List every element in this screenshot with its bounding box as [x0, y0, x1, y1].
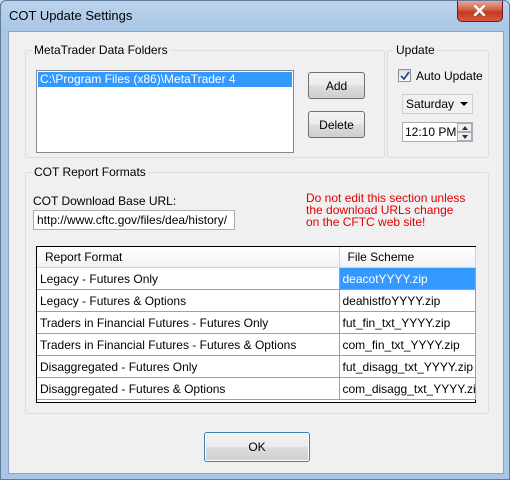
auto-update-label[interactable]: Auto Update — [416, 69, 483, 83]
time-spinner — [457, 123, 472, 141]
folders-listbox[interactable]: C:\Program Files (x86)\MetaTrader 4 — [36, 70, 294, 153]
delete-folder-button[interactable]: Delete — [308, 111, 365, 138]
table-row[interactable]: Disaggregated - Futures & Options com_di… — [37, 377, 476, 400]
folder-list-item[interactable]: C:\Program Files (x86)\MetaTrader 4 — [38, 72, 292, 87]
time-spin-up-button[interactable] — [457, 123, 472, 132]
report-format-cell[interactable]: Disaggregated - Futures & Options — [37, 377, 340, 400]
window-title: COT Update Settings — [9, 8, 133, 23]
file-scheme-cell[interactable]: deacotYYYY.zip — [339, 267, 476, 290]
table-row[interactable]: Legacy - Futures Only deacotYYYY.zip — [37, 267, 476, 290]
table-row[interactable]: Disaggregated - Futures Only fut_disagg_… — [37, 355, 476, 378]
warning-line-3: on the CFTC web site! — [306, 215, 426, 229]
metatrader-folders-group-label: MetaTrader Data Folders — [32, 43, 170, 57]
table-row[interactable]: Traders in Financial Futures - Futures O… — [37, 311, 476, 334]
spin-down-arrow-icon — [462, 135, 468, 139]
time-spin-down-button[interactable] — [457, 132, 472, 141]
file-scheme-cell[interactable]: com_disagg_txt_YYYY.zip — [339, 377, 476, 400]
report-format-cell[interactable]: Legacy - Futures & Options — [37, 289, 340, 312]
file-scheme-cell[interactable]: com_fin_txt_YYYY.zip — [339, 333, 476, 356]
base-url-input[interactable] — [33, 210, 235, 230]
update-time-picker[interactable]: 12:10 PM — [402, 122, 473, 142]
title-bar[interactable]: COT Update Settings — [1, 1, 509, 31]
ok-button[interactable]: OK — [204, 432, 310, 462]
table-row[interactable]: Legacy - Futures & Options deahistfoYYYY… — [37, 289, 476, 312]
report-formats-grid[interactable]: Report Format File Scheme Legacy - Futur… — [36, 246, 476, 403]
base-url-label: COT Download Base URL: — [33, 194, 177, 208]
update-day-value: Saturday — [406, 97, 455, 111]
checkmark-icon — [400, 71, 410, 81]
close-button[interactable] — [457, 1, 503, 22]
column-header-file-scheme[interactable]: File Scheme — [339, 247, 476, 268]
update-group-label: Update — [394, 43, 437, 57]
file-scheme-cell[interactable]: fut_disagg_txt_YYYY.zip — [339, 355, 476, 378]
update-time-value: 12:10 PM — [405, 125, 457, 139]
chevron-down-icon — [460, 102, 468, 106]
edit-warning-text: Do not edit this section unless the down… — [306, 192, 465, 229]
report-format-cell[interactable]: Traders in Financial Futures - Futures &… — [37, 333, 340, 356]
column-header-report-format[interactable]: Report Format — [37, 247, 340, 268]
grid-header-row: Report Format File Scheme — [37, 247, 476, 268]
update-day-select[interactable]: Saturday — [402, 94, 473, 114]
report-format-cell[interactable]: Legacy - Futures Only — [37, 267, 340, 290]
report-format-cell[interactable]: Disaggregated - Futures Only — [37, 355, 340, 378]
auto-update-checkbox[interactable] — [398, 69, 411, 82]
file-scheme-cell[interactable]: deahistfoYYYY.zip — [339, 289, 476, 312]
dialog-client-area: MetaTrader Data Folders C:\Program Files… — [8, 31, 504, 474]
dialog-window: COT Update Settings MetaTrader Data Fold… — [0, 0, 510, 480]
cot-report-formats-group-label: COT Report Formats — [32, 165, 148, 179]
add-folder-button[interactable]: Add — [308, 72, 365, 99]
close-icon — [473, 5, 486, 16]
report-format-cell[interactable]: Traders in Financial Futures - Futures O… — [37, 311, 340, 334]
file-scheme-cell[interactable]: fut_fin_txt_YYYY.zip — [339, 311, 476, 334]
spin-up-arrow-icon — [462, 126, 468, 130]
table-row[interactable]: Traders in Financial Futures - Futures &… — [37, 333, 476, 356]
